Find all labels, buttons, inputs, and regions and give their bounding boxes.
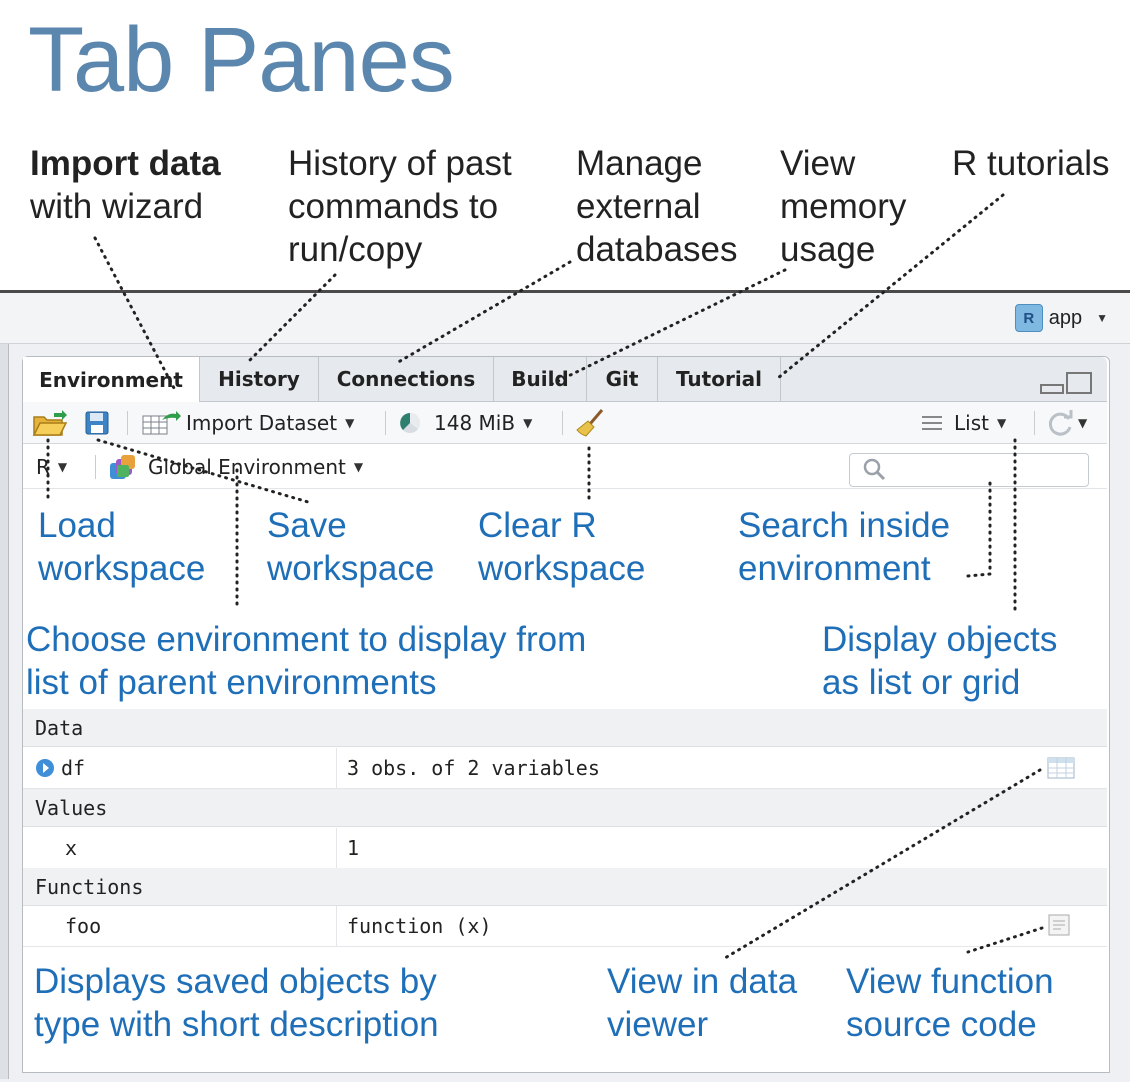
leader-connections — [393, 260, 572, 366]
leader-viewer — [723, 768, 1042, 960]
leader-tutorials — [776, 193, 1005, 380]
leader-memory — [546, 268, 787, 388]
annotation-leader-lines — [46, 193, 1044, 960]
leader-import — [93, 236, 177, 392]
leader-search — [966, 476, 992, 578]
leader-save — [96, 438, 310, 504]
leader-history — [246, 273, 337, 364]
leader-source — [966, 926, 1044, 954]
